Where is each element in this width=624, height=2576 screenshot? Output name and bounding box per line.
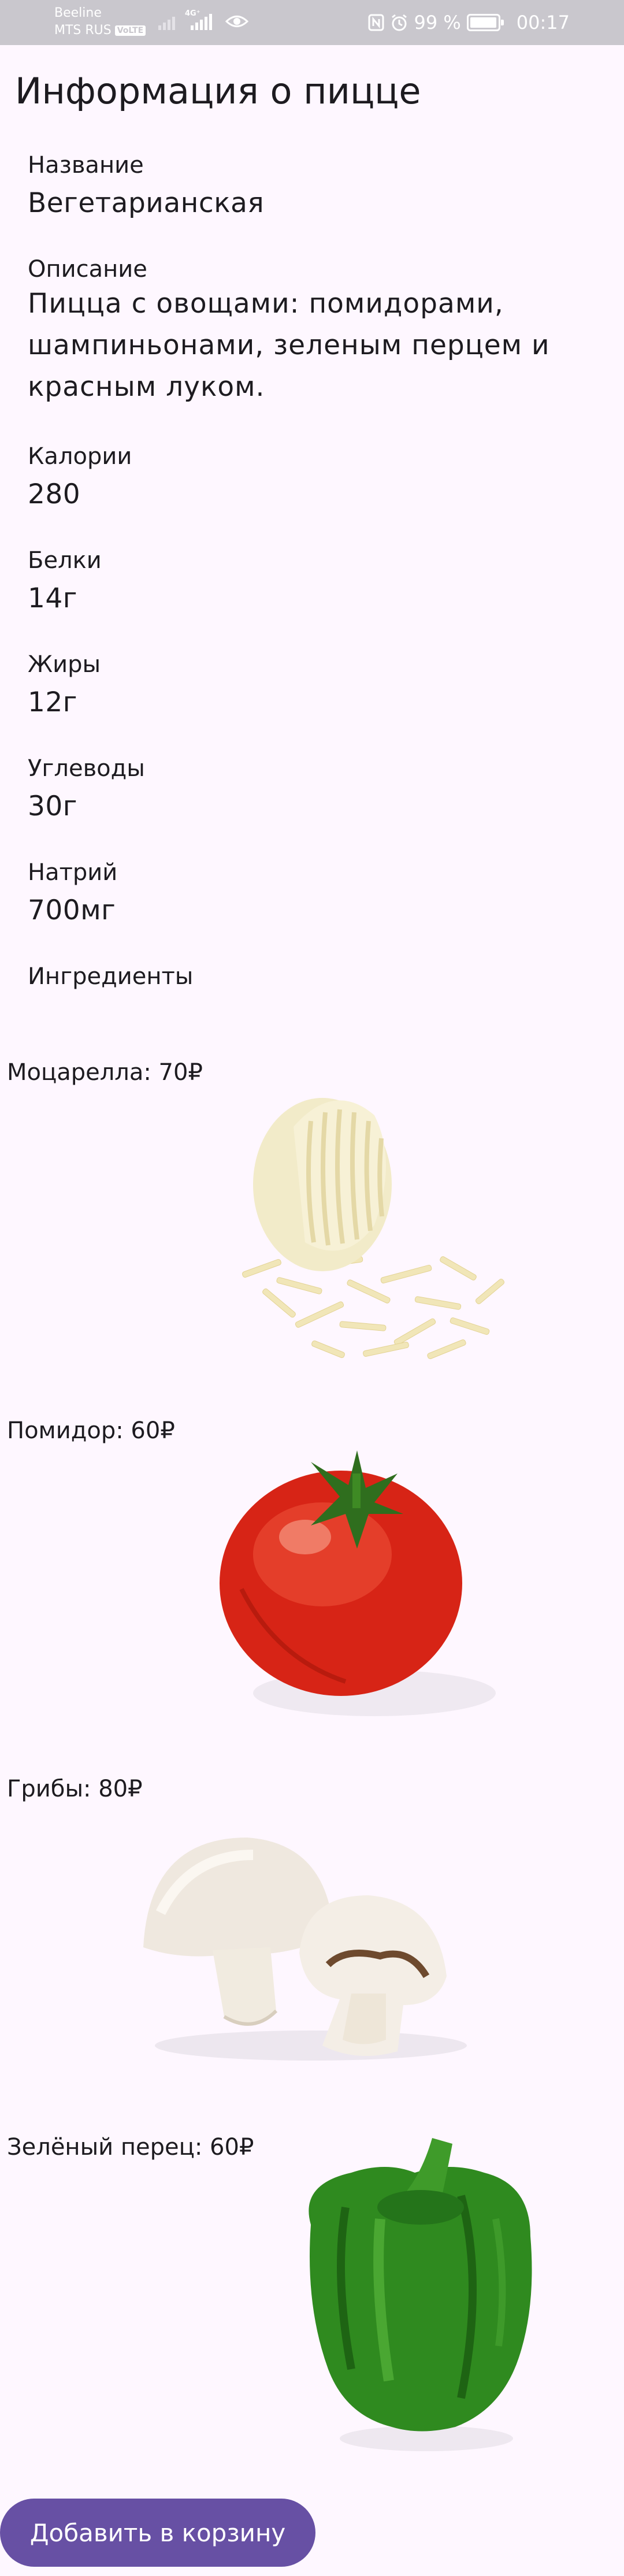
protein-value: 14г (28, 582, 77, 614)
nfc-icon (368, 14, 384, 31)
protein-label: Белки (28, 547, 102, 574)
ingredients-label: Ингредиенты (28, 963, 194, 990)
carbs-label: Углеводы (28, 755, 145, 782)
ingredient-label-green-pepper: Зелёный перец: 60₽ (7, 2134, 254, 2161)
battery-icon (466, 14, 504, 31)
battery-level (470, 17, 497, 28)
add-to-cart-button[interactable]: Добавить в корзину (0, 2499, 315, 2567)
alarm-icon (392, 14, 407, 31)
fat-value: 12г (28, 686, 77, 718)
battery-percent: 99 % (414, 12, 461, 34)
carrier-2: MTS RUS (54, 23, 112, 38)
ingredient-label-tomato: Помидор: 60₽ (7, 1417, 175, 1444)
green-pepper-image (309, 2138, 532, 2451)
mushrooms-image (143, 1838, 467, 2061)
tomato-image (220, 1450, 496, 1716)
status-right: 99 % 00:17 (367, 8, 570, 37)
signal-icon (191, 14, 212, 30)
sodium-label: Натрий (28, 859, 118, 886)
ingredient-label-mushrooms: Грибы: 80₽ (7, 1776, 143, 1802)
description-label: Описание (28, 256, 147, 283)
description-value: Пицца с овощами: помидорами, шампиньонам… (28, 288, 550, 403)
volte-badge: VoLTE (114, 25, 146, 36)
sodium-value: 700мг (28, 894, 116, 926)
status-bar: Beeline MTS RUS VoLTE 4G⁺ 99 % 00:17 (0, 0, 624, 45)
page-title: Информация о пицце (15, 70, 421, 112)
app-screen: Beeline MTS RUS VoLTE 4G⁺ 99 % 00:17 Инф… (0, 0, 624, 2576)
carrier-1: Beeline (54, 6, 102, 20)
fat-label: Жиры (28, 651, 101, 678)
mozzarella-image (242, 1098, 505, 1360)
signal-icon (158, 14, 175, 30)
eye-icon (225, 16, 248, 27)
carbs-value: 30г (28, 790, 77, 822)
name-value: Вегетарианская (28, 187, 265, 219)
name-label: Название (28, 152, 144, 179)
calories-value: 280 (28, 478, 81, 510)
carrier-info: Beeline MTS RUS VoLTE (54, 5, 146, 39)
ingredient-label-mozzarella: Моцарелла: 70₽ (7, 1059, 203, 1086)
calories-label: Калории (28, 443, 132, 470)
clock: 00:17 (516, 12, 570, 34)
